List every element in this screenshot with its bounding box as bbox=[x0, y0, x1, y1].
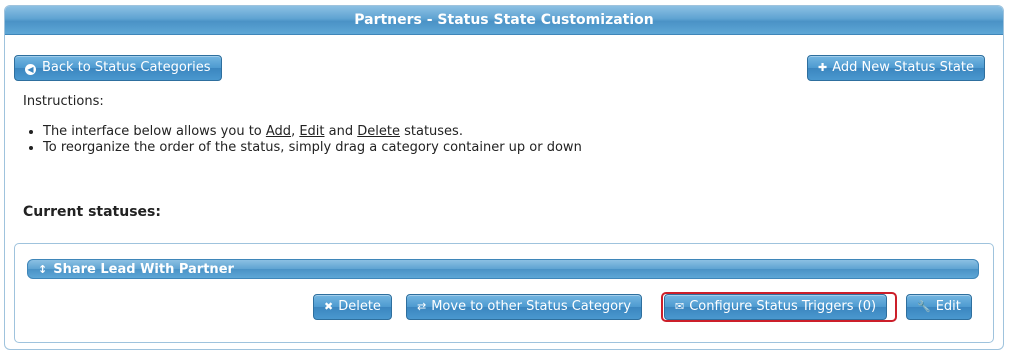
instructions-label: Instructions: bbox=[23, 94, 104, 109]
add-link-text: Add bbox=[265, 124, 292, 139]
delete-status-button[interactable]: ✖ Delete bbox=[313, 294, 392, 320]
wrench-icon: 🔧 bbox=[917, 300, 931, 313]
swap-arrows-icon: ⇄ bbox=[417, 300, 427, 313]
current-statuses-heading: Current statuses: bbox=[23, 204, 161, 220]
delete-link-text: Delete bbox=[357, 124, 400, 139]
instruction-item: The interface below allows you to Add, E… bbox=[43, 124, 603, 140]
back-arrow-icon: ◀ bbox=[25, 64, 36, 75]
plus-icon: ✚ bbox=[818, 61, 828, 74]
drag-updown-icon: ↕ bbox=[38, 263, 48, 276]
add-button-label: Add New Status State bbox=[832, 60, 974, 75]
delete-button-label: Delete bbox=[338, 299, 381, 314]
instruction-sep: and bbox=[324, 124, 358, 139]
back-to-status-categories-button[interactable]: ◀ Back to Status Categories bbox=[14, 55, 222, 81]
back-button-label: Back to Status Categories bbox=[42, 60, 211, 75]
status-drag-handle[interactable]: ↕ Share Lead With Partner bbox=[27, 259, 979, 279]
edit-status-button[interactable]: 🔧 Edit bbox=[906, 294, 972, 320]
envelope-icon: ✉ bbox=[675, 300, 685, 313]
instruction-text: statuses. bbox=[399, 124, 463, 139]
edit-button-label: Edit bbox=[935, 299, 961, 314]
move-status-category-button[interactable]: ⇄ Move to other Status Category bbox=[406, 294, 643, 320]
panel-title: Partners - Status State Customization bbox=[5, 6, 1003, 35]
instructions-list: The interface below allows you to Add, E… bbox=[23, 124, 603, 156]
instruction-text: The interface below allows you to bbox=[43, 124, 266, 139]
move-button-label: Move to other Status Category bbox=[431, 299, 632, 314]
close-icon: ✖ bbox=[324, 300, 334, 313]
instruction-item: To reorganize the order of the status, s… bbox=[43, 140, 603, 156]
status-name: Share Lead With Partner bbox=[53, 262, 234, 277]
triggers-button-label: Configure Status Triggers (0) bbox=[689, 299, 877, 314]
add-new-status-state-button[interactable]: ✚ Add New Status State bbox=[807, 55, 985, 81]
edit-link-text: Edit bbox=[299, 124, 325, 139]
configure-status-triggers-button[interactable]: ✉ Configure Status Triggers (0) bbox=[664, 294, 888, 320]
